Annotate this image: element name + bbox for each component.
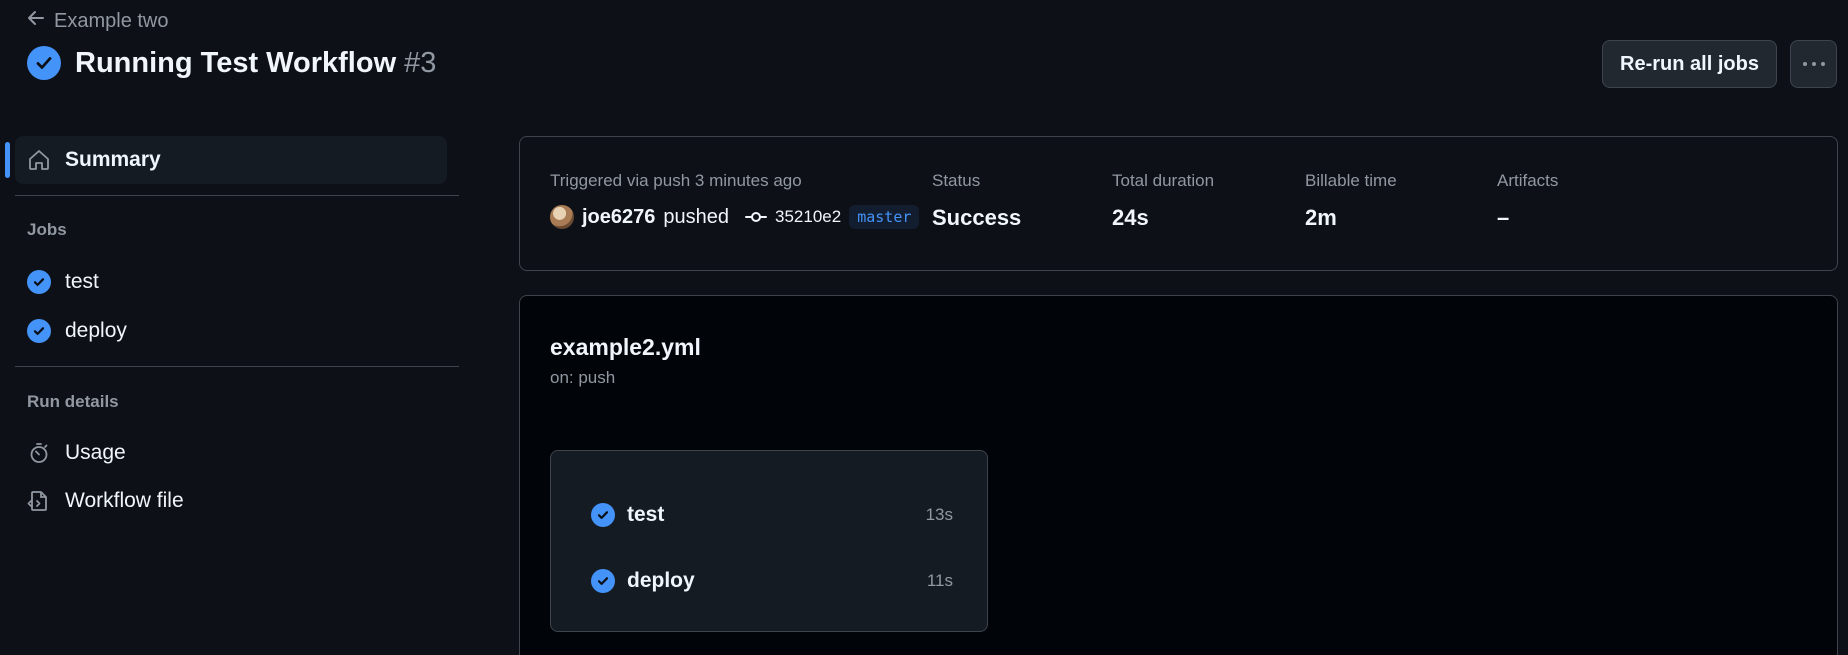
success-check-icon — [27, 319, 51, 343]
sidebar-item-job-deploy[interactable]: deploy — [15, 309, 447, 353]
trigger-row: joe6276 pushed 35210e2 master — [550, 203, 920, 231]
job-label: deploy — [627, 569, 695, 592]
kebab-dot-icon — [1802, 62, 1807, 66]
status-label: Status — [932, 171, 981, 190]
sidebar-item-summary[interactable]: Summary — [15, 136, 447, 184]
arrow-left-icon — [26, 8, 46, 34]
sidebar-item-label: deploy — [65, 319, 127, 342]
duration-value: 24s — [1112, 205, 1149, 230]
home-icon — [27, 148, 51, 172]
active-indicator — [5, 142, 10, 178]
more-options-button[interactable] — [1790, 40, 1837, 88]
page-title: Running Test Workflow — [75, 46, 397, 79]
workflow-trigger: on: push — [550, 368, 616, 387]
sidebar-item-job-test[interactable]: test — [15, 260, 447, 304]
stopwatch-icon — [27, 441, 51, 465]
billable-value: 2m — [1305, 205, 1337, 230]
sidebar-item-usage[interactable]: Usage — [15, 431, 447, 475]
page-title-row: Running Test Workflow #3 — [27, 46, 436, 80]
status-value: Success — [932, 205, 1022, 230]
job-label: test — [627, 503, 665, 526]
sidebar-item-label: Usage — [65, 441, 126, 464]
billable-info: Billable time 2m — [1305, 171, 1397, 231]
commit-sha-link[interactable]: 35210e2 — [775, 207, 841, 227]
sidebar-divider — [15, 195, 459, 196]
avatar[interactable] — [550, 205, 574, 229]
duration-info: Total duration 24s — [1112, 171, 1214, 231]
success-check-icon — [27, 46, 61, 80]
success-check-icon — [591, 503, 615, 527]
push-action-text: pushed — [663, 205, 730, 228]
branch-badge[interactable]: master — [849, 205, 920, 229]
jobs-heading: Jobs — [27, 220, 67, 239]
job-node-test[interactable]: test 13s — [591, 495, 953, 535]
run-number: #3 — [404, 46, 437, 79]
sidebar-divider — [15, 366, 459, 367]
run-summary-card: Triggered via push 3 minutes ago joe6276… — [519, 136, 1838, 271]
user-link[interactable]: joe6276 — [582, 206, 655, 229]
trigger-info: Triggered via push 3 minutes ago joe6276… — [550, 171, 920, 231]
sidebar-item-label: Workflow file — [65, 489, 184, 512]
workflow-graph-card: example2.yml on: push test 13s deploy 11… — [519, 295, 1838, 655]
rerun-all-jobs-button[interactable]: Re-run all jobs — [1602, 40, 1777, 88]
job-duration: 13s — [925, 505, 953, 524]
artifacts-value: – — [1497, 205, 1510, 230]
jobs-group: test 13s deploy 11s — [550, 450, 988, 632]
workflow-run-page: Example two Running Test Workflow #3 Re-r… — [0, 0, 1848, 655]
back-link-label: Example two — [54, 9, 169, 32]
artifacts-info: Artifacts – — [1497, 171, 1558, 231]
kebab-dot-icon — [1820, 62, 1825, 66]
file-code-icon — [27, 489, 51, 513]
job-duration: 11s — [926, 571, 953, 590]
success-check-icon — [27, 270, 51, 294]
job-node-deploy[interactable]: deploy 11s — [591, 561, 953, 601]
kebab-dot-icon — [1811, 62, 1816, 66]
sidebar-item-workflow-file[interactable]: Workflow file — [15, 479, 447, 523]
sidebar-item-label: Summary — [65, 148, 161, 171]
artifacts-label: Artifacts — [1497, 171, 1559, 190]
billable-label: Billable time — [1305, 171, 1397, 190]
run-details-heading: Run details — [27, 392, 119, 411]
status-info: Status Success — [932, 171, 1021, 231]
sidebar-item-label: test — [65, 270, 99, 293]
duration-label: Total duration — [1112, 171, 1215, 190]
trigger-label: Triggered via push 3 minutes ago — [550, 171, 802, 190]
workflow-file-name: example2.yml — [550, 334, 701, 360]
success-check-icon — [591, 569, 615, 593]
git-commit-icon — [737, 210, 768, 224]
back-link[interactable]: Example two — [26, 8, 169, 34]
